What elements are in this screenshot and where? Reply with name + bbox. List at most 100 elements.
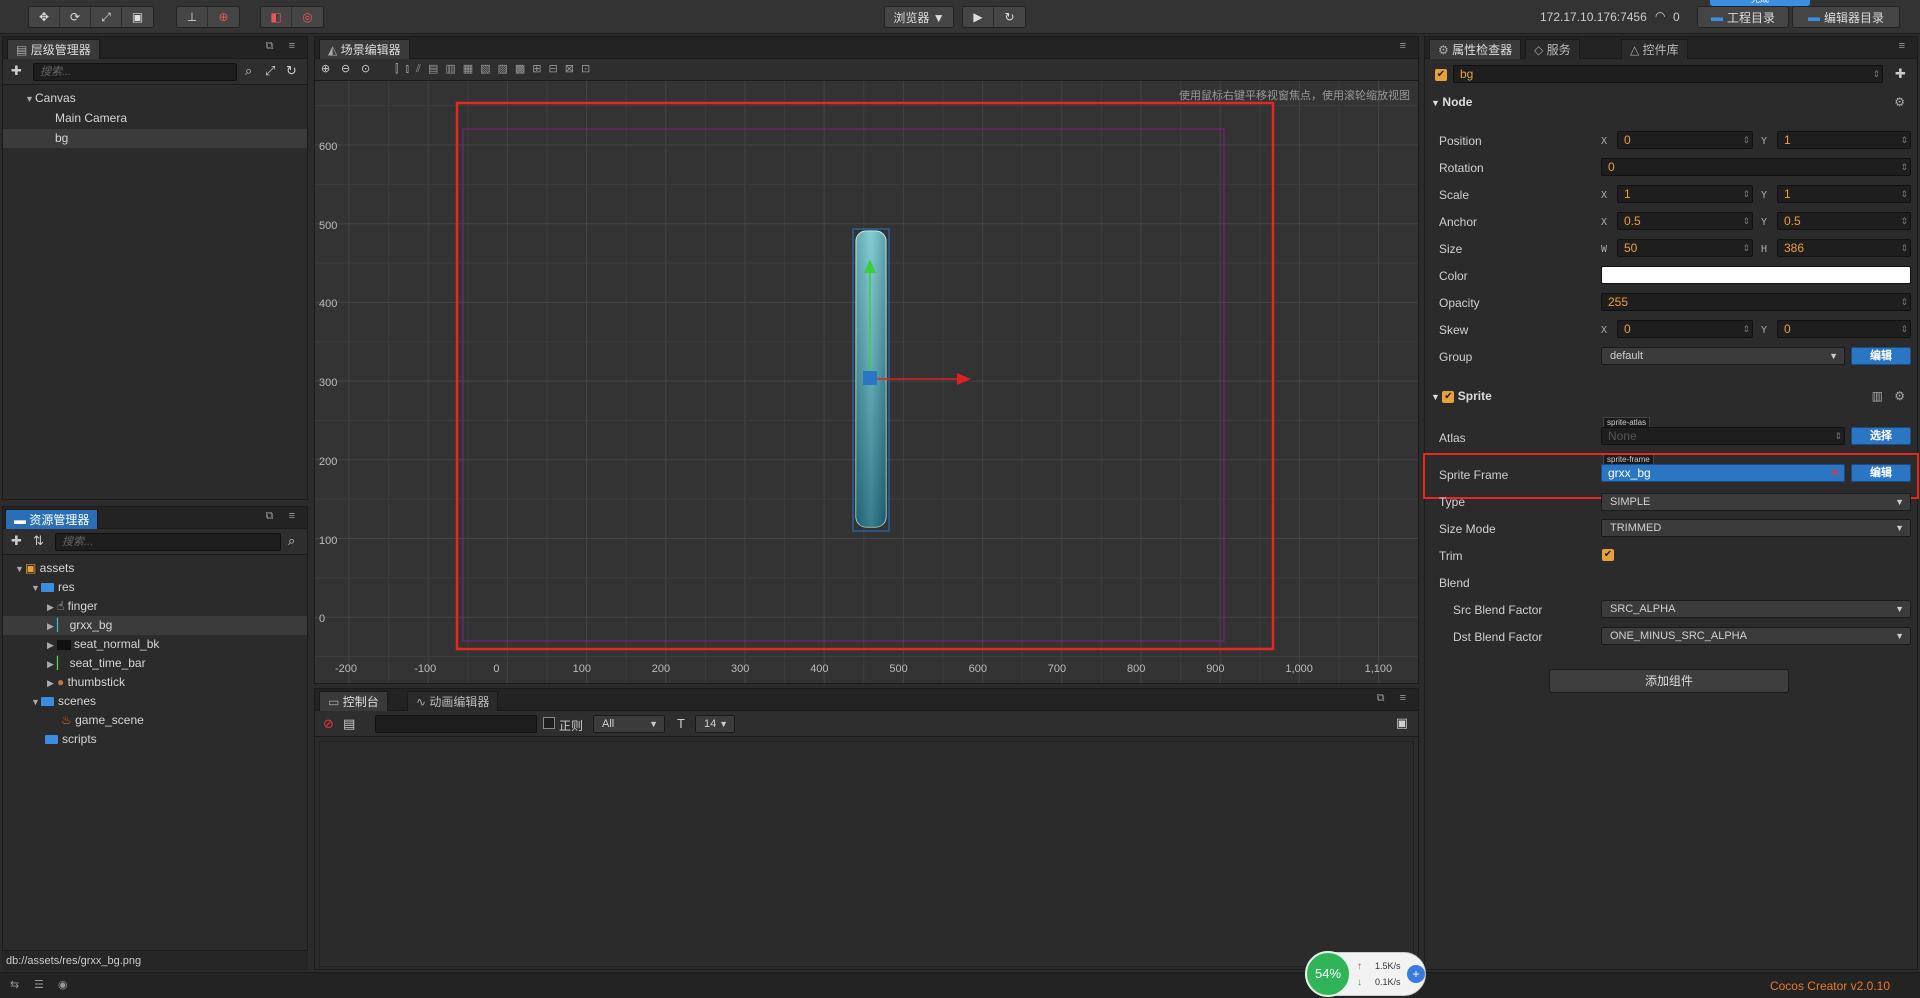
zoom-in-icon[interactable]: ⊕ [321,62,330,75]
console-filter-input[interactable] [375,715,537,733]
add-icon[interactable]: ✚ [11,533,22,549]
refresh-icon[interactable]: ↻ [994,7,1025,27]
choose-atlas-button[interactable]: 选择 [1851,427,1911,445]
regex-checkbox[interactable] [543,717,555,729]
tree-item-res[interactable]: ▼ res [3,578,307,597]
panel-menu-icon[interactable]: ⧉ ≡ [266,40,301,53]
sprite-section-header[interactable]: ▼ ✔ Sprite ▥ ⚙ [1425,385,1917,407]
type-select[interactable]: SIMPLE [1601,493,1911,511]
zoom-reset-icon[interactable]: ⊙ [361,62,370,75]
size-h-field[interactable]: 386 [1777,239,1911,257]
tree-item-scenes[interactable]: ▼ scenes [3,692,307,711]
search-icon[interactable]: ⌕ [245,63,252,79]
chevron-right-icon[interactable]: ▶ [47,636,57,655]
chevron-down-icon[interactable]: ▼ [31,579,41,598]
rotation-field[interactable]: 0 [1601,158,1911,176]
align-tools-icon[interactable]: ⫿⫾⫽▤▥▦▧▨▩⊞⊟⊠⊡ [395,62,597,76]
font-size-select[interactable]: 14 [695,715,735,733]
tab-console[interactable]: ▭ 控制台 [319,691,388,711]
tab-properties[interactable]: ⚙ 属性检查器 [1429,39,1522,59]
chevron-down-icon[interactable]: ▼ [15,560,25,579]
log-level-select[interactable]: All [593,715,665,733]
sprite-enabled-checkbox[interactable]: ✔ [1442,390,1455,403]
book-icon[interactable]: ▥ [1872,385,1883,407]
panel-menu-icon[interactable]: ≡ [1400,40,1412,52]
chevron-down-icon[interactable]: ▼ [25,90,35,109]
network-speed-widget[interactable]: 54% ↑ 1.5K/s ↓ 0.1K/s + [1305,951,1426,997]
gear-icon[interactable]: ⚙ [1894,91,1905,113]
anchor-toggle-icon[interactable]: ⊕ [208,7,239,27]
dst-blend-select[interactable]: ONE_MINUS_SRC_ALPHA [1601,627,1911,645]
network-icon[interactable]: ⇆ [10,978,19,991]
node-name-input[interactable]: bg [1453,65,1883,83]
position-x-field[interactable]: 0 [1617,131,1753,149]
clear-icon[interactable]: ⊘ [323,716,334,732]
plus-icon[interactable]: + [1407,965,1425,983]
size-w-field[interactable]: 50 [1617,239,1753,257]
chevron-right-icon[interactable]: ▶ [47,617,57,636]
tree-item-bg[interactable]: bg [3,129,307,148]
gear-icon[interactable]: ⚙ [1894,385,1905,407]
rotate-tool-icon[interactable]: ⟳ [60,7,91,27]
node-section-header[interactable]: ▼ Node ⚙ [1425,91,1917,113]
tab-scene-editor[interactable]: ◭ 场景编辑器 [319,39,410,59]
tree-item-seat-normal-bk[interactable]: ▶ seat_normal_bk [3,635,307,654]
sort-icon[interactable]: ⇅ [33,533,44,549]
tab-services[interactable]: ◇ 服务 [1525,39,1580,59]
add-icon[interactable]: ✚ [1895,66,1906,82]
expand-icon[interactable]: ⤢ [265,63,275,79]
add-component-button[interactable]: 添加组件 [1549,669,1789,693]
tab-control-library[interactable]: △ 控件库 [1621,39,1688,59]
panel-menu-icon[interactable]: ⧉ ≡ [266,510,301,523]
panel-menu-icon[interactable]: ⧉ ≡ [1377,692,1412,705]
scale-y-field[interactable]: 1 [1777,185,1911,203]
collapse-icon[interactable]: ▣ [1396,715,1408,731]
src-blend-select[interactable]: SRC_ALPHA [1601,600,1911,618]
size-mode-select[interactable]: TRIMMED [1601,519,1911,537]
tree-item-thumbstick[interactable]: ▶ ● thumbstick [3,673,307,692]
scene-viewport[interactable]: 使用鼠标右键平移视窗焦点，使用滚轮缩放视图 600 500 400 300 200 100… [315,81,1418,683]
tree-item-canvas[interactable]: ▼Canvas [3,89,307,108]
eye-icon[interactable]: ◉ [58,978,68,991]
tab-hierarchy[interactable]: ▤ 层级管理器 [7,39,100,59]
project-dir-button[interactable]: ▬ 工程目录 [1697,6,1789,28]
play-icon[interactable]: ▶ [963,7,994,27]
color-swatch[interactable] [1601,266,1911,284]
node-active-checkbox[interactable]: ✔ [1435,68,1447,81]
zoom-out-icon[interactable]: ⊖ [341,62,350,75]
chevron-down-icon[interactable]: ▼ [31,693,41,712]
x-axis-arrow-icon[interactable] [957,373,971,385]
group-select[interactable]: default [1601,347,1845,365]
scale-tool-icon[interactable]: ⤢ [91,7,122,27]
add-icon[interactable]: ✚ [11,63,22,79]
tree-item-scripts[interactable]: scripts [3,730,307,749]
tree-item-assets[interactable]: ▼▣ assets [3,559,307,578]
tree-item-grxx-bg[interactable]: ▶ ▏ grxx_bg [3,616,307,635]
assets-search-input[interactable]: 搜索... [55,533,281,551]
scale-x-field[interactable]: 1 [1617,185,1753,203]
pivot-toggle-icon[interactable]: ⊥ [177,7,208,27]
edit-group-button[interactable]: 编辑 [1851,347,1911,365]
tree-item-finger[interactable]: ▶ ☝ finger [3,597,307,616]
xy-move-handle[interactable] [863,371,877,385]
rect-tool-icon[interactable]: ▣ [122,7,153,27]
log-file-icon[interactable]: ▤ [343,716,355,732]
console-log-area[interactable] [319,741,1414,967]
tree-item-game-scene[interactable]: ♨ game_scene [3,711,307,730]
tab-animation-editor[interactable]: ∿ 动画编辑器 [407,691,499,711]
position-y-field[interactable]: 1 [1777,131,1911,149]
atlas-field[interactable]: None [1601,427,1845,445]
search-icon[interactable]: ⌕ [288,533,295,549]
editor-dir-button[interactable]: ▬ 编辑器目录 [1792,6,1900,28]
hierarchy-search-input[interactable]: 搜索... [33,63,237,81]
move-tool-icon[interactable]: ✥ [29,7,60,27]
local-coords-icon[interactable]: ◧ [261,7,292,27]
database-icon[interactable]: ☰ [34,978,44,991]
chevron-right-icon[interactable]: ▶ [47,598,57,617]
trim-checkbox[interactable]: ✔ [1602,549,1614,561]
skew-x-field[interactable]: 0 [1617,320,1753,338]
anchor-x-field[interactable]: 0.5 [1617,212,1753,230]
skew-y-field[interactable]: 0 [1777,320,1911,338]
tab-assets[interactable]: ▬ 资源管理器 [5,509,99,529]
chevron-right-icon[interactable]: ▶ [47,674,57,693]
